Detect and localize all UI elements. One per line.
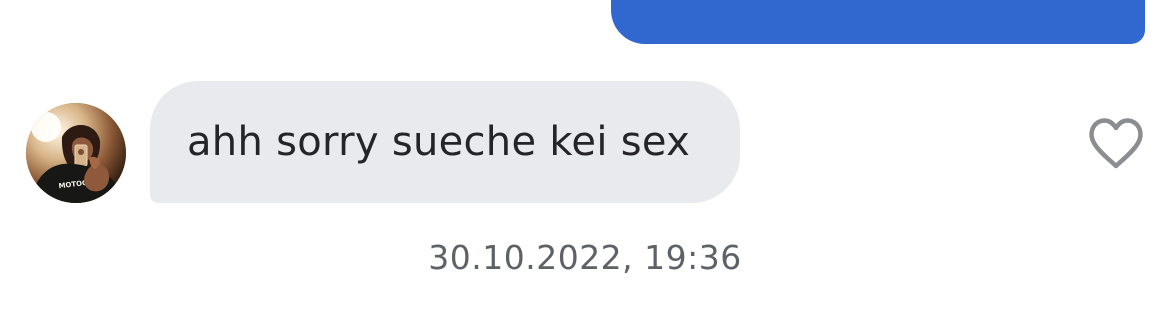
heart-outline-icon [1089, 118, 1143, 169]
avatar[interactable]: MOTOCRT [26, 103, 126, 203]
incoming-message-bubble[interactable]: ahh sorry sueche kei sex [150, 81, 740, 203]
message-timestamp: 30.10.2022, 19:36 [428, 238, 742, 277]
incoming-message-text: ahh sorry sueche kei sex [187, 119, 691, 165]
outgoing-message-bubble[interactable] [611, 0, 1145, 44]
avatar-photo-icon: MOTOCRT [26, 103, 126, 203]
like-button[interactable] [1086, 114, 1146, 174]
